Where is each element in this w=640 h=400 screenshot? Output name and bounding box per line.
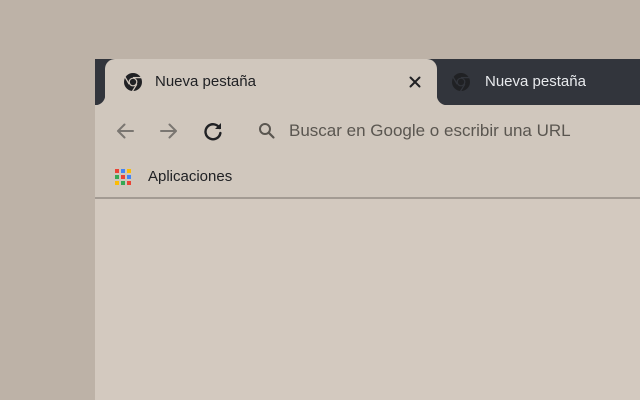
chrome-logo-icon <box>124 73 142 92</box>
tab-nueva-pestana-active[interactable]: Nueva pestaña <box>95 59 447 105</box>
bookmarks-bar: Aplicaciones <box>95 157 640 199</box>
bookmark-aplicaciones[interactable]: Aplicaciones <box>113 163 232 191</box>
reload-button[interactable] <box>201 119 225 143</box>
arrow-back-icon <box>117 123 134 139</box>
tab-title: Nueva pestaña <box>155 73 256 90</box>
back-button[interactable] <box>113 119 137 143</box>
page-content <box>95 199 640 400</box>
apps-grid-icon <box>113 167 133 187</box>
arrow-forward-icon <box>160 123 177 139</box>
bookmark-label: Aplicaciones <box>148 168 233 185</box>
close-icon[interactable] <box>405 72 425 92</box>
search-icon <box>257 121 277 141</box>
forward-button[interactable] <box>157 119 181 143</box>
tab-strip: Nueva pestaña Nueva pestaña <box>95 59 640 105</box>
toolbar <box>95 105 640 157</box>
omnibox[interactable] <box>245 113 640 149</box>
reload-icon <box>204 123 222 141</box>
tab-nueva-pestana-inactive[interactable]: Nueva pestaña <box>443 59 640 105</box>
chrome-logo-icon <box>452 73 470 92</box>
tab-title: Nueva pestaña <box>485 73 586 90</box>
browser-window: Nueva pestaña Nueva pestaña Buscar en Go… <box>95 59 640 400</box>
address-bar-input[interactable] <box>289 119 629 143</box>
